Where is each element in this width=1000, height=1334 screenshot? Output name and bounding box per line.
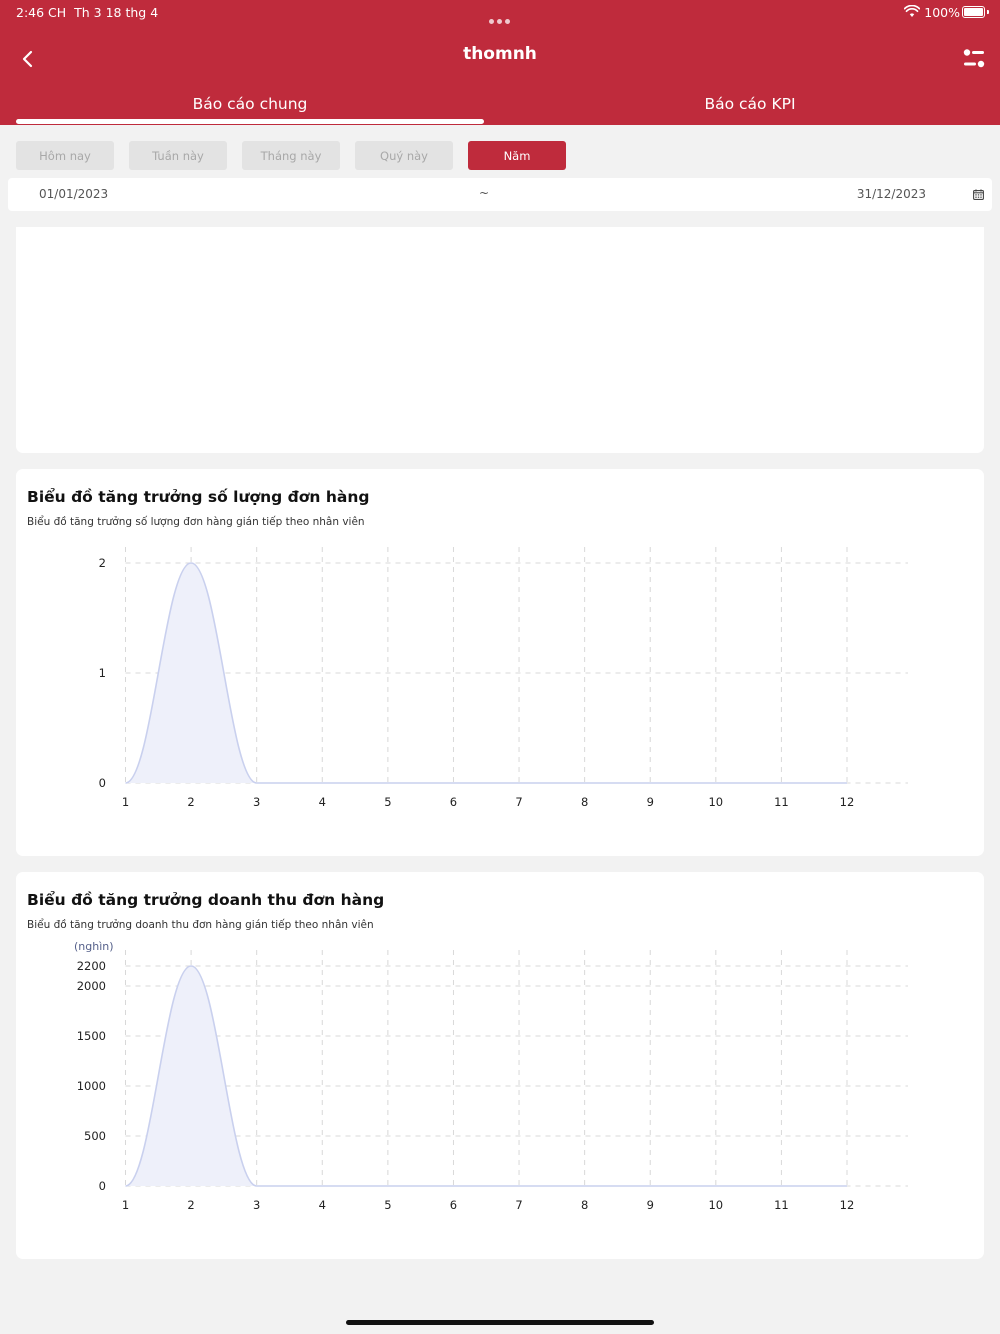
y-tick-label: 0 (99, 1179, 106, 1193)
series-area (125, 966, 847, 1186)
filter-menu-icon[interactable] (962, 47, 986, 71)
x-tick-label: 11 (774, 795, 789, 809)
period-month-button[interactable]: Tháng này (242, 141, 340, 170)
x-tick-label: 10 (708, 795, 723, 809)
x-tick-label: 4 (319, 795, 326, 809)
calendar-icon[interactable] (973, 189, 984, 200)
x-tick-label: 5 (384, 795, 391, 809)
x-tick-label: 9 (647, 1198, 654, 1212)
tab-general-report[interactable]: Báo cáo chung (16, 95, 484, 113)
x-tick-label: 1 (122, 795, 129, 809)
y-tick-label: 0 (99, 776, 106, 790)
x-tick-label: 2 (187, 1198, 194, 1212)
x-tick-label: 10 (708, 1198, 723, 1212)
x-tick-label: 7 (515, 1198, 522, 1212)
x-tick-label: 9 (647, 795, 654, 809)
x-tick-label: 3 (253, 795, 260, 809)
date-to[interactable]: 31/12/2023 (857, 187, 926, 201)
y-tick-label: 1500 (77, 1029, 106, 1043)
x-tick-label: 12 (840, 795, 855, 809)
x-tick-label: 6 (450, 795, 457, 809)
home-indicator[interactable] (346, 1320, 654, 1325)
x-tick-label: 8 (581, 795, 588, 809)
date-from[interactable]: 01/01/2023 (39, 187, 108, 201)
app-header: 2:46 CH Th 3 18 thg 4 100% thomnh Báo cá… (0, 0, 1000, 125)
period-quarter-button[interactable]: Quý này (355, 141, 453, 170)
period-selector: Hôm nay Tuần này Tháng này Quý này Năm (0, 141, 1000, 170)
x-tick-label: 12 (840, 1198, 855, 1212)
multitask-dots-icon[interactable] (489, 9, 513, 28)
date-separator: ~ (479, 186, 490, 200)
y-tick-label: 2000 (77, 979, 106, 993)
summary-card (16, 227, 984, 453)
status-date: Th 3 18 thg 4 (74, 5, 159, 20)
active-tab-indicator (16, 119, 484, 124)
revenue-chart: 050010001500200022001 2 3 4 5 6 7 8 9 10 11 12(nghì… (74, 940, 908, 1212)
tab-kpi-report[interactable]: Báo cáo KPI (516, 95, 984, 113)
y-unit-label: (nghìn) (74, 940, 114, 953)
revenue-chart-card: Biểu đồ tăng trưởng doanh thu đơn hàng B… (16, 872, 984, 1259)
status-clock: 2:46 CH (16, 5, 67, 20)
wifi-icon (904, 5, 920, 17)
x-tick-label: 3 (253, 1198, 260, 1212)
page-title: thomnh (463, 44, 537, 64)
y-tick-label: 500 (84, 1129, 106, 1143)
x-tick-label: 2 (187, 795, 194, 809)
order-count-chart-card: Biểu đồ tăng trưởng số lượng đơn hàng Bi… (16, 469, 984, 856)
period-today-button[interactable]: Hôm nay (16, 141, 114, 170)
x-tick-label: 7 (515, 795, 522, 809)
x-tick-label: 8 (581, 1198, 588, 1212)
y-tick-label: 2 (99, 556, 106, 570)
battery-tip (987, 10, 989, 14)
y-tick-label: 2200 (77, 959, 106, 973)
y-tick-label: 1 (99, 666, 106, 680)
x-tick-label: 6 (450, 1198, 457, 1212)
battery-percent: 100% (924, 5, 960, 20)
date-range-picker[interactable]: 01/01/2023 ~ 31/12/2023 (8, 178, 992, 211)
y-tick-label: 1000 (77, 1079, 106, 1093)
x-tick-label: 11 (774, 1198, 789, 1212)
x-tick-label: 4 (319, 1198, 326, 1212)
status-time: 2:46 CH Th 3 18 thg 4 (16, 5, 158, 20)
order-count-chart: 0121 2 3 4 5 6 7 8 9 10 11 12 (99, 547, 908, 809)
period-year-button[interactable]: Năm (468, 141, 566, 170)
x-tick-label: 1 (122, 1198, 129, 1212)
period-week-button[interactable]: Tuần này (129, 141, 227, 170)
battery-icon (962, 6, 985, 18)
x-tick-label: 5 (384, 1198, 391, 1212)
